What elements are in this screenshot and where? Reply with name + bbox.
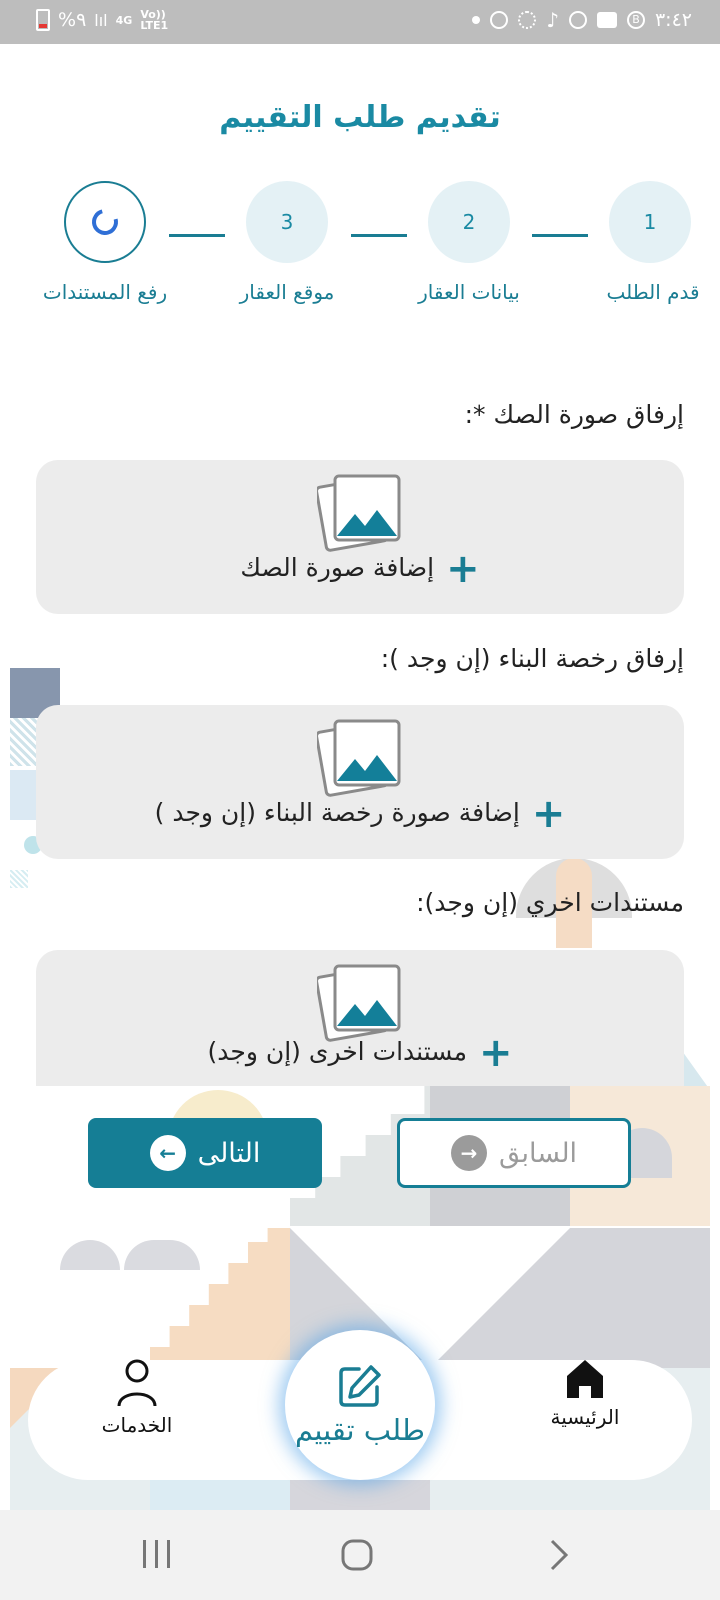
other-documents-upload[interactable]: + مستندات اخرى (إن وجد) xyxy=(36,950,684,1086)
plus-icon: + xyxy=(478,1030,513,1076)
page-title: تقديم طلب التقييم xyxy=(219,100,501,135)
step-3-number: 3 xyxy=(280,210,294,234)
notification-dot-icon xyxy=(472,16,481,24)
edit-icon xyxy=(339,1365,381,1407)
building-permit-upload[interactable]: + إضافة صورة رخصة البناء (إن وجد ) xyxy=(36,705,684,859)
loading-spinner-icon xyxy=(87,204,123,240)
step-1-circle: 1 xyxy=(609,181,691,263)
network-lte: Vo)) LTE1 xyxy=(140,8,169,32)
status-right: ♪ B ٣:٤٢ xyxy=(472,8,692,32)
b-icon: B xyxy=(626,11,645,29)
nav-home[interactable]: الرئيسية xyxy=(533,1356,637,1429)
home-icon xyxy=(567,1360,603,1398)
step-connector xyxy=(532,234,588,237)
step-2-circle: 2 xyxy=(428,181,510,263)
image-icon xyxy=(317,719,401,797)
tiktok-icon: ♪ xyxy=(546,8,559,32)
status-left: %٩ lıl 4G Vo)) LTE1 xyxy=(36,9,184,31)
network-4g: 4G xyxy=(115,13,133,27)
settings-notification-icon xyxy=(518,11,537,29)
status-bar: %٩ lıl 4G Vo)) LTE1 ♪ B ٣:٤٢ xyxy=(0,0,720,44)
battery-icon xyxy=(36,9,50,31)
building-permit-label: إرفاق رخصة البناء (إن وجد ): xyxy=(380,644,684,673)
step-1-label: قدم الطلب xyxy=(606,280,700,304)
clock: ٣:٤٢ xyxy=(654,9,692,31)
recent-apps-icon[interactable] xyxy=(140,1538,174,1570)
add-building-permit-text: إضافة صورة رخصة البناء (إن وجد ) xyxy=(154,798,520,827)
step-1-number: 1 xyxy=(643,210,657,234)
user-icon xyxy=(117,1359,157,1407)
step-3-label: موقع العقار xyxy=(239,280,335,304)
step-connector xyxy=(169,234,225,237)
home-button-icon[interactable] xyxy=(340,1538,374,1572)
step-2-number: 2 xyxy=(462,210,476,234)
add-other-documents-button[interactable]: + مستندات اخرى (إن وجد) xyxy=(36,1030,684,1076)
previous-button-label: السابق xyxy=(498,1137,578,1169)
previous-button[interactable]: السابق → xyxy=(397,1118,631,1188)
request-evaluation-label: طلب تقييم xyxy=(295,1413,425,1447)
back-icon[interactable] xyxy=(548,1538,570,1572)
signal-icon: lıl xyxy=(94,10,108,30)
app-notification-icon-2 xyxy=(568,11,587,29)
battery-percent: %٩ xyxy=(58,9,87,31)
next-button[interactable]: التالى ← xyxy=(88,1118,322,1188)
image-icon xyxy=(317,474,401,552)
next-button-label: التالى xyxy=(197,1137,261,1169)
other-documents-label: مستندات اخري (إن وجد): xyxy=(416,888,684,917)
step-3-circle: 3 xyxy=(246,181,328,263)
app-notification-icon xyxy=(490,11,509,29)
nav-home-label: الرئيسية xyxy=(550,1405,620,1429)
arrow-right-icon: → xyxy=(450,1135,487,1171)
add-other-documents-text: مستندات اخرى (إن وجد) xyxy=(207,1037,467,1066)
step-connector xyxy=(351,234,407,237)
request-evaluation-button[interactable]: طلب تقييم xyxy=(285,1330,435,1480)
deed-image-label: إرفاق صورة الصك *: xyxy=(464,400,684,429)
plus-icon: + xyxy=(446,546,480,592)
plus-icon: + xyxy=(531,791,566,837)
step-2-label: بيانات العقار xyxy=(418,280,520,304)
nav-services-label: الخدمات xyxy=(101,1413,173,1437)
step-4-circle xyxy=(64,181,146,263)
nav-services[interactable]: الخدمات xyxy=(92,1358,182,1437)
add-deed-image-text: إضافة صورة الصك xyxy=(240,553,435,582)
arrow-left-icon: ← xyxy=(149,1135,186,1171)
step-4-label: رفع المستندات xyxy=(42,280,168,304)
add-building-permit-button[interactable]: + إضافة صورة رخصة البناء (إن وجد ) xyxy=(36,791,684,837)
system-navigation-bar xyxy=(0,1510,720,1600)
add-deed-image-button[interactable]: + إضافة صورة الصك xyxy=(36,546,684,592)
message-icon xyxy=(596,12,617,28)
deed-image-upload[interactable]: + إضافة صورة الصك xyxy=(36,460,684,614)
